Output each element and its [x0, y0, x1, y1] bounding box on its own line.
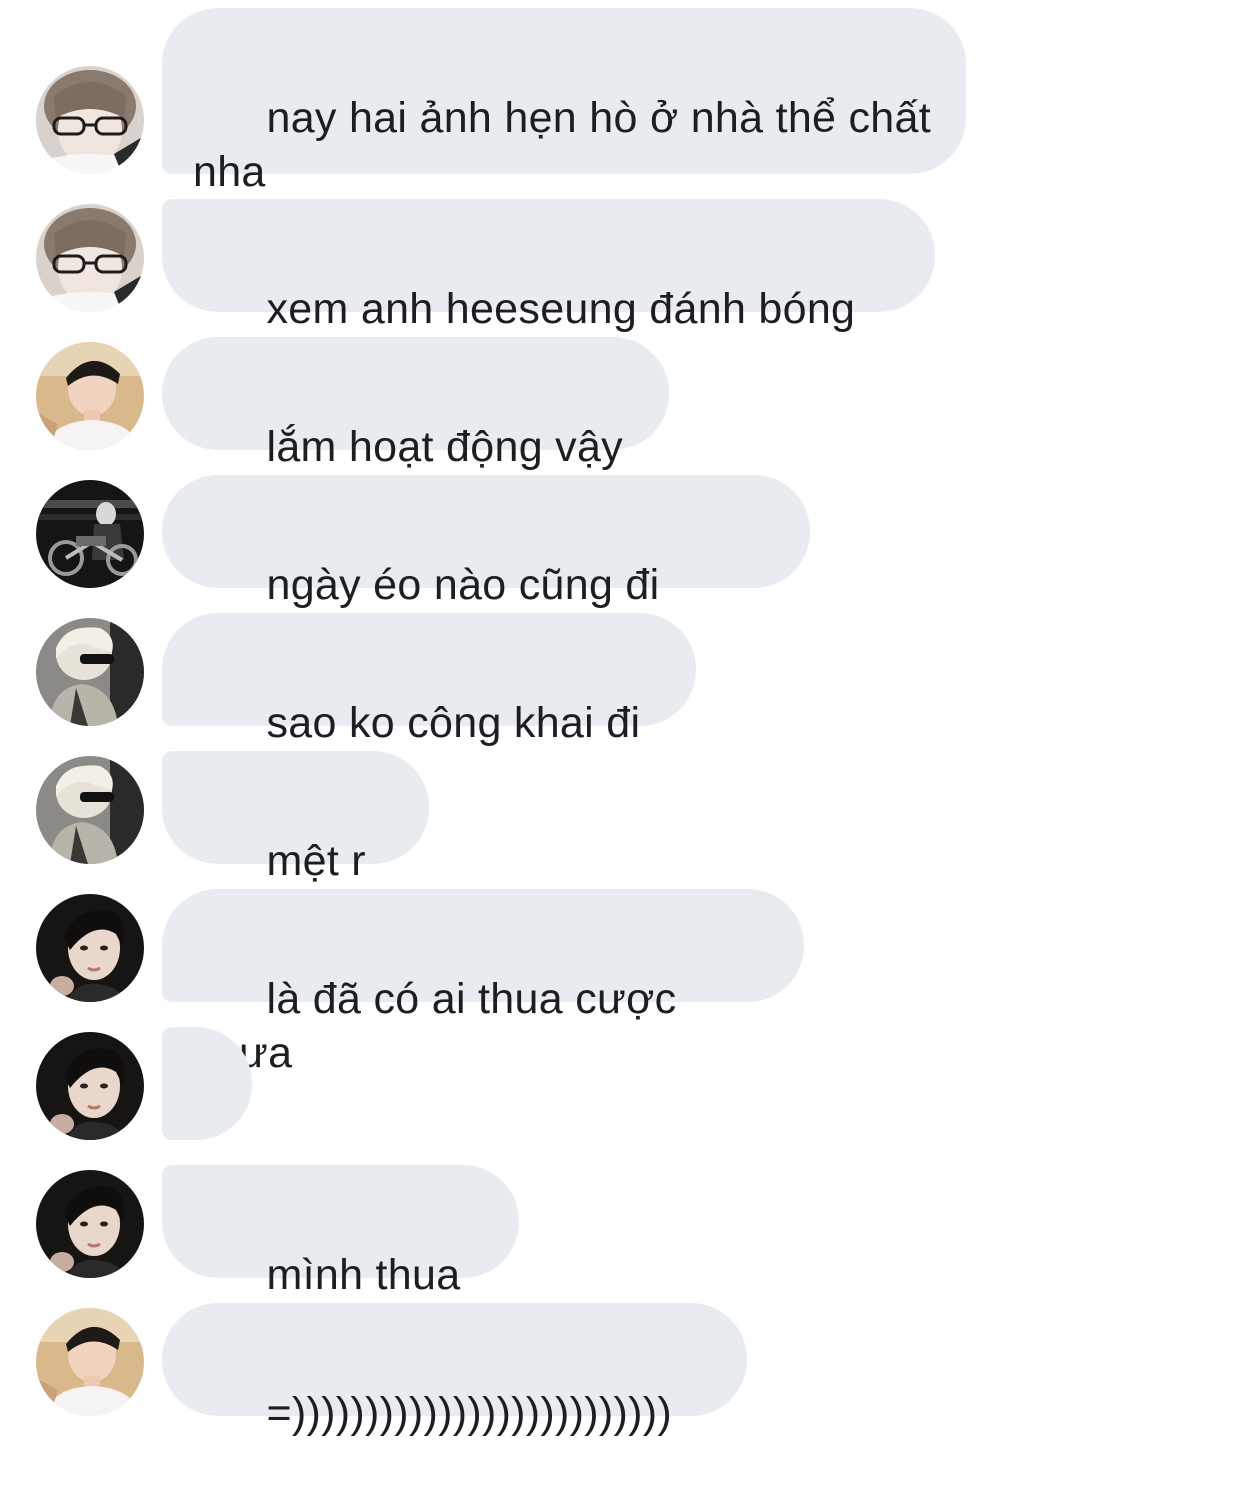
message-bubble[interactable]: ngày éo nào cũng đi chung	[162, 475, 810, 663]
message-row: lắm hoạt động vậy tr	[0, 337, 1242, 525]
message-bubble[interactable]: là đã có ai thua cược chưa	[162, 889, 804, 1077]
message-row: sao ko công khai đi ta	[0, 613, 1242, 801]
message-row: =))))))))))))))))))))))))))	[0, 1303, 1242, 1437]
avatar-image-blonde	[36, 756, 144, 864]
message-row: xem anh heeseung đánh bóng rổ	[0, 199, 1242, 387]
sender-avatar-dark[interactable]	[36, 894, 144, 1002]
message-bubble[interactable]: =))))))))))))))))))))))))))	[162, 1303, 747, 1437]
message-row: mình thua rồi	[0, 1165, 1242, 1353]
message-bubble[interactable]: ô	[162, 1027, 252, 1215]
sender-avatar-blonde[interactable]	[36, 756, 144, 864]
sender-avatar-beach[interactable]	[36, 342, 144, 450]
message-row: mệt r nha	[0, 751, 1242, 939]
sender-avatar-motorbike[interactable]	[36, 480, 144, 588]
chat-thread: nay hai ảnh hẹn hò ở nhà thể chất nha xe…	[0, 0, 1242, 1437]
message-bubble[interactable]: lắm hoạt động vậy tr	[162, 337, 669, 525]
message-row: nay hai ảnh hẹn hò ở nhà thể chất nha	[0, 8, 1242, 196]
sender-avatar-dark[interactable]	[36, 1170, 144, 1278]
avatar-image-glasses	[36, 66, 144, 174]
message-text: nay hai ảnh hẹn hò ở nhà thể chất nha	[193, 94, 944, 196]
sender-avatar-dark[interactable]	[36, 1032, 144, 1140]
avatar-image-motorbike	[36, 480, 144, 588]
message-bubble[interactable]: mình thua rồi	[162, 1165, 519, 1353]
message-row: ô	[0, 1027, 1242, 1215]
sender-avatar-beach[interactable]	[36, 1308, 144, 1416]
avatar-image-dark	[36, 894, 144, 1002]
message-row: là đã có ai thua cược chưa	[0, 889, 1242, 1077]
message-bubble[interactable]: sao ko công khai đi ta	[162, 613, 696, 801]
message-bubble[interactable]: mệt r nha	[162, 751, 429, 939]
avatar-image-glasses	[36, 204, 144, 312]
message-bubble[interactable]: nay hai ảnh hẹn hò ở nhà thể chất nha	[162, 8, 966, 196]
avatar-image-dark	[36, 1170, 144, 1278]
avatar-image-dark	[36, 1032, 144, 1140]
message-text: =))))))))))))))))))))))))))	[266, 1389, 672, 1437]
message-row: ngày éo nào cũng đi chung	[0, 475, 1242, 663]
sender-avatar-glasses[interactable]	[36, 66, 144, 174]
sender-avatar-glasses[interactable]	[36, 204, 144, 312]
sender-avatar-blonde[interactable]	[36, 618, 144, 726]
avatar-image-beach	[36, 342, 144, 450]
avatar-image-blonde	[36, 618, 144, 726]
message-bubble[interactable]: xem anh heeseung đánh bóng rổ	[162, 199, 935, 387]
avatar-image-beach	[36, 1308, 144, 1416]
